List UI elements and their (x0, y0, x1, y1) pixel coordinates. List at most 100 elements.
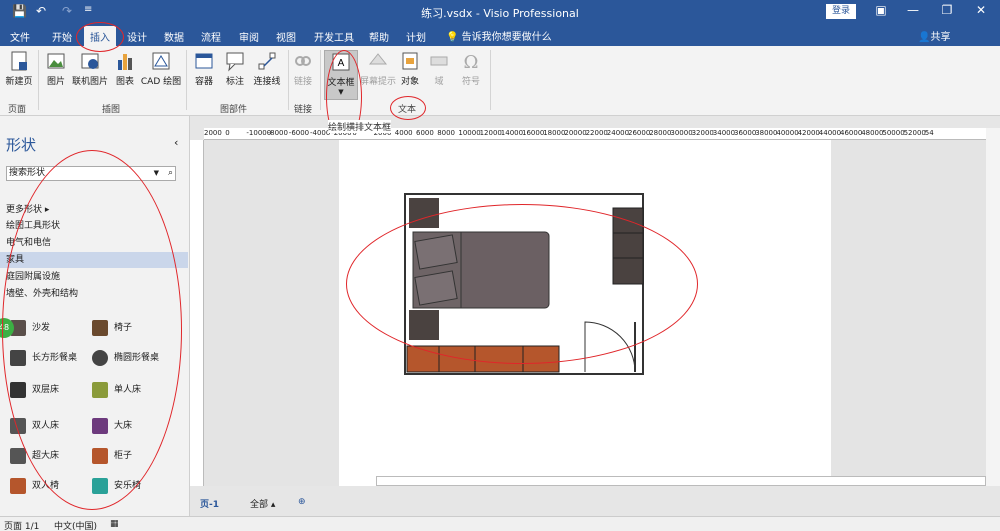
ruler-tick-label: 28000 (649, 129, 672, 137)
ruler-tick-label: 48000 (861, 129, 884, 137)
omega-icon: Ω (464, 52, 479, 72)
search-dropdown-icon[interactable]: ▼ (154, 167, 159, 180)
online-picture-icon (81, 53, 99, 69)
title-bar: 💾 ↶ ↷ ≡ 练习.vsdx - Visio Professional 登录 … (0, 0, 1000, 24)
chart-icon (118, 54, 132, 70)
ruler-tick-label: 40000 (776, 129, 799, 137)
ruler-tick-label: 14000 (500, 129, 524, 137)
search-icon[interactable]: ⌕ (168, 167, 173, 180)
ruler-tick-label: 46000 (840, 129, 863, 137)
login-button[interactable]: 登录 (826, 4, 856, 19)
annotation-ellipse-text-group (390, 96, 426, 120)
share-button[interactable]: 👤共享 (918, 28, 950, 43)
container-button[interactable]: 容器 (192, 50, 216, 87)
callout-button[interactable]: 标注 (222, 50, 248, 87)
screentip-button[interactable]: 屏幕提示 (360, 50, 396, 87)
menu-bar: 文件 开始 插入 设计 数据 流程 审阅 视图 开发工具 帮助 计划 💡 告诉我… (0, 24, 1000, 46)
ruler-tick-label: 0 (225, 129, 230, 137)
ruler-tick-label: 2000 (204, 129, 222, 137)
tab-page-1[interactable]: 页-1 (200, 497, 219, 510)
ruler-tick-label: 4000 (394, 129, 413, 137)
status-bar: 页面 1/1 中文(中国) ▦ (0, 516, 1000, 531)
group-illustrations-label: 插图 (102, 105, 121, 115)
ruler-tick-label: -8000 (267, 129, 288, 137)
ruler-tick-label: 18000 (543, 129, 566, 137)
tab-home[interactable]: 开始 (52, 29, 72, 44)
ruler-tick-label: 32000 (691, 129, 714, 137)
picture-button[interactable]: 图片 (44, 50, 68, 87)
group-pages-label: 页面 (8, 105, 27, 115)
tab-data[interactable]: 数据 (164, 29, 184, 44)
online-picture-button[interactable]: 联机图片 (70, 50, 110, 87)
ruler-tick-label: 36000 (734, 129, 757, 137)
ribbon: 新建页 图片 联机图片 图表 CAD 绘图 容器 标注 连接线 链接 A 文本框… (0, 46, 1000, 116)
tab-process[interactable]: 流程 (201, 29, 221, 44)
ruler-tick-label: 26000 (628, 129, 651, 137)
ruler-tick-label: 8000 (437, 129, 456, 137)
field-icon (430, 56, 448, 66)
tab-file[interactable]: 文件 (10, 29, 30, 44)
tab-design[interactable]: 设计 (127, 29, 147, 44)
macro-icon[interactable]: ▦ (110, 519, 119, 529)
tab-review[interactable]: 审阅 (239, 29, 259, 44)
tell-me-search[interactable]: 💡 告诉我你想要做什么 (446, 28, 552, 43)
ruler-tick-label: 20000 (564, 129, 587, 137)
link-icon (295, 56, 311, 66)
person-icon: 👤 (918, 32, 931, 43)
ruler-tick-label: 12000 (479, 129, 502, 137)
loveseat-icon (10, 477, 26, 494)
connector-button[interactable]: 连接线 (252, 50, 282, 87)
cad-icon (152, 52, 170, 70)
language-indicator[interactable]: 中文(中国) (54, 519, 97, 531)
lightbulb-icon: 💡 (446, 32, 462, 43)
horizontal-ruler: 2000 0 -10000 -8000 -6000 -4000 -2000 0 2000 4000… (204, 128, 986, 140)
ruler-tick-label: 44000 (818, 129, 842, 137)
king-bed-icon (10, 447, 26, 464)
annotation-ellipse-canvas (346, 204, 698, 364)
annotation-ellipse-shapes (2, 150, 182, 510)
container-icon (195, 53, 213, 69)
group-diagram-parts-label: 图部件 (220, 105, 248, 115)
symbol-button[interactable]: Ω 符号 (458, 50, 484, 87)
horizontal-scrollbar[interactable] (376, 476, 986, 486)
cad-drawing-button[interactable]: CAD 绘图 (140, 50, 182, 87)
tab-developer[interactable]: 开发工具 (314, 29, 354, 44)
screentip-icon (368, 53, 388, 65)
shapes-panel-title: 形状 (6, 136, 37, 154)
ruler-tick-label: 34000 (712, 129, 736, 137)
ruler-tick-label: 50000 (882, 129, 905, 137)
picture-icon (47, 53, 65, 69)
add-page-icon[interactable]: ⊕ (298, 497, 306, 507)
object-icon (402, 52, 418, 70)
vertical-ruler (190, 140, 204, 486)
close-icon[interactable]: ✕ (966, 3, 996, 17)
ruler-tick-label: -6000 (288, 129, 310, 137)
tab-plan[interactable]: 计划 (406, 29, 426, 44)
tab-help[interactable]: 帮助 (369, 29, 389, 44)
tab-all-pages[interactable]: 全部 ▴ (250, 497, 275, 510)
minimize-icon[interactable]: — (898, 3, 928, 17)
collapse-panel-icon[interactable]: ‹ (174, 136, 178, 149)
page-indicator[interactable]: 页面 1/1 (4, 519, 39, 531)
ruler-tick-label: 16000 (522, 129, 545, 137)
tab-view[interactable]: 视图 (276, 29, 296, 44)
ruler-tick-label: 52000 (903, 129, 926, 137)
ruler-tick-label: 6000 (416, 129, 434, 137)
ruler-tick-label: 24000 (606, 129, 630, 137)
ribbon-display-icon[interactable]: ▣ (866, 3, 896, 17)
object-button[interactable]: 对象 (398, 50, 422, 87)
connector-icon (258, 52, 276, 70)
svg-text:Ω: Ω (464, 52, 479, 72)
ruler-tick-label: 42000 (797, 129, 820, 137)
ruler-tick-label: 22000 (585, 129, 608, 137)
ruler-tick-label: 54 (924, 129, 934, 137)
new-page-button[interactable]: 新建页 (4, 50, 34, 87)
vertical-scrollbar[interactable] (986, 128, 1000, 486)
chart-button[interactable]: 图表 (114, 50, 136, 87)
ruler-tick-label: 10000 (458, 129, 481, 137)
restore-icon[interactable]: ❐ (932, 3, 962, 17)
group-links-label: 链接 (294, 105, 313, 115)
field-button[interactable]: 域 (428, 50, 450, 87)
ruler-tick-label: 38000 (755, 129, 778, 137)
link-button[interactable]: 链接 (292, 50, 314, 87)
